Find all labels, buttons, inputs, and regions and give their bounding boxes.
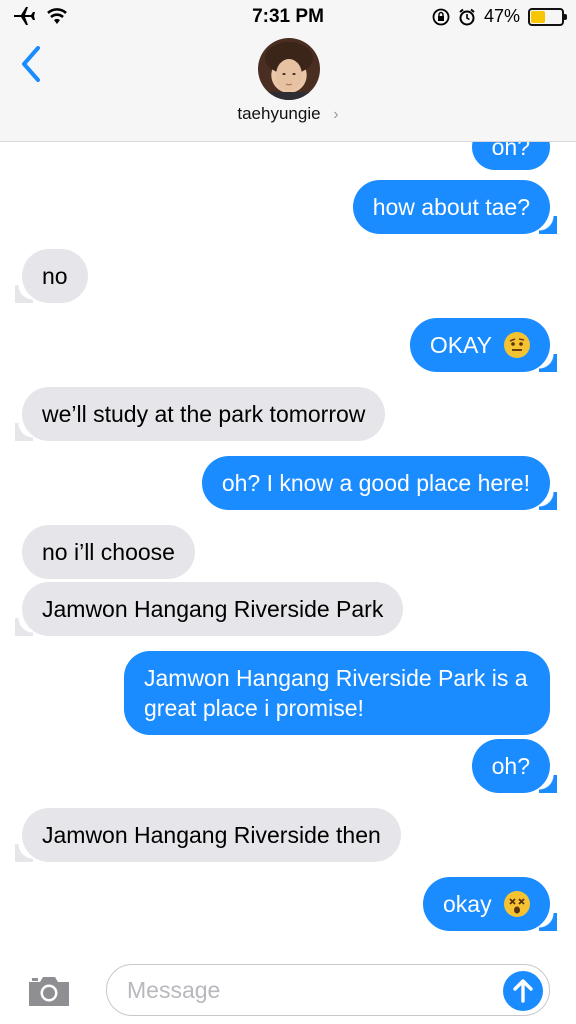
message-text: no [42, 263, 68, 289]
send-button[interactable] [503, 971, 543, 1011]
message-thread[interactable]: oh? how about tae? no OKAY we’ll study a… [0, 142, 576, 952]
battery-icon [528, 7, 567, 26]
message-bubble-outgoing[interactable]: oh? I know a good place here! [201, 456, 558, 510]
message-bubble-outgoing[interactable]: Jamwon Hangang Riverside Park is a great… [124, 651, 550, 735]
message-text: oh? [491, 142, 530, 160]
message-bubble-outgoing[interactable]: oh? [471, 142, 550, 170]
message-bubble-incoming[interactable]: Jamwon Hangang Riverside Park [14, 582, 404, 636]
alarm-icon [459, 8, 475, 25]
contact-name-button[interactable]: taehyungie › [0, 104, 576, 124]
message-field[interactable] [106, 964, 550, 1016]
send-arrow-icon [513, 979, 533, 1003]
message-text: OKAY [429, 332, 492, 358]
message-text: okay [443, 891, 492, 917]
message-bubble-incoming[interactable]: Jamwon Hangang Riverside then [15, 808, 401, 862]
raised-eyebrow-emoji-icon [504, 331, 530, 358]
message-bubble-incoming[interactable]: no [15, 249, 88, 303]
conversation-header: 7:31 PM 47% taehyungie › [0, 0, 576, 142]
battery-percent: 47% [483, 6, 520, 26]
back-chevron-icon[interactable] [16, 44, 46, 84]
message-bubble-incoming[interactable]: no i’ll choose [22, 525, 195, 579]
message-bubble-outgoing[interactable]: oh? [471, 739, 558, 793]
orientation-lock-icon [432, 8, 450, 25]
message-text: we’ll study at the park tomorrow [42, 401, 366, 427]
message-text: how about tae? [372, 194, 530, 220]
message-text: oh? I know a good place here! [221, 470, 530, 496]
message-bubble-outgoing[interactable]: how about tae? [352, 180, 558, 234]
battery-level-fill [531, 10, 546, 23]
status-bar: 7:31 PM 47% [0, 0, 576, 36]
avatar-portrait [265, 42, 313, 100]
dizzy-face-emoji-icon [504, 890, 530, 917]
contact-avatar[interactable] [258, 38, 320, 100]
message-text: Jamwon Hangang Riverside Park [42, 596, 384, 622]
compose-bar [0, 952, 576, 1024]
message-text: no i’ll choose [42, 539, 175, 565]
message-text: oh? [491, 753, 530, 779]
contact-name: taehyungie [237, 104, 321, 123]
camera-icon[interactable] [26, 974, 72, 1008]
message-bubble-incoming[interactable]: we’ll study at the park tomorrow [14, 387, 386, 441]
status-right: 47% [432, 6, 567, 27]
message-bubble-outgoing[interactable]: okay [423, 877, 557, 931]
message-bubble-outgoing[interactable]: OKAY [409, 318, 558, 372]
chevron-right-icon: › [333, 106, 339, 123]
message-input[interactable] [127, 977, 487, 1004]
message-text: Jamwon Hangang Riverside Park is a great… [144, 665, 528, 721]
message-text: Jamwon Hangang Riverside then [42, 822, 381, 848]
